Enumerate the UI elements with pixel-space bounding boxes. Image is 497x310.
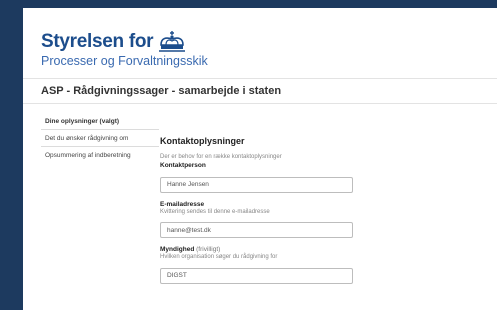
email-helper-text: Kvittering sendes til denne e-mailadress… (160, 208, 270, 215)
brand-subtitle: Processer og Forvaltningsskik (41, 54, 208, 68)
step-navigation: Dine oplysninger (valgt) Det du ønsker r… (41, 113, 159, 164)
contact-person-label: Kontaktperson (160, 162, 206, 169)
email-group: E-mailadresse Kvittering sendes til denn… (160, 200, 390, 238)
step-item-summary[interactable]: Opsummering af indberetning (41, 147, 159, 164)
authority-label-row: Myndighed (frivilligt) (160, 246, 390, 253)
email-label: E-mailadresse (160, 200, 205, 208)
browser-window: Styrelsen for Processer og Forvaltningss… (23, 8, 497, 310)
page-header: ASP - Rådgivningssager - samarbejde i st… (23, 78, 497, 104)
form-intro-text: Der er behov for en række kontaktoplysni… (160, 154, 282, 160)
brand-name: Styrelsen for (41, 31, 154, 52)
authority-optional-tag: (frivilligt) (196, 246, 221, 253)
email-input[interactable] (160, 222, 353, 238)
brand-title-row: Styrelsen for (41, 30, 208, 53)
authority-group: Myndighed (frivilligt) Hvilken organisat… (160, 246, 390, 284)
contact-person-group: Der er behov for en række kontaktoplysni… (160, 154, 390, 193)
crown-icon (159, 31, 186, 52)
step-item-your-info[interactable]: Dine oplysninger (valgt) (41, 113, 159, 130)
step-item-advice-topic[interactable]: Det du ønsker rådgivning om (41, 130, 159, 147)
contact-form: Kontaktoplysninger Der er behov for en r… (160, 136, 390, 292)
agency-logo[interactable]: Styrelsen for Processer og Forvaltningss… (41, 30, 208, 68)
page-title: ASP - Rådgivningssager - samarbejde i st… (41, 85, 282, 97)
contact-person-input[interactable] (160, 176, 353, 193)
section-title: Kontaktoplysninger (160, 136, 245, 146)
authority-helper-text: Hvilken organisation søger du rådgivning… (160, 254, 278, 260)
authority-input[interactable] (160, 267, 353, 284)
authority-label: Myndighed (160, 246, 195, 253)
